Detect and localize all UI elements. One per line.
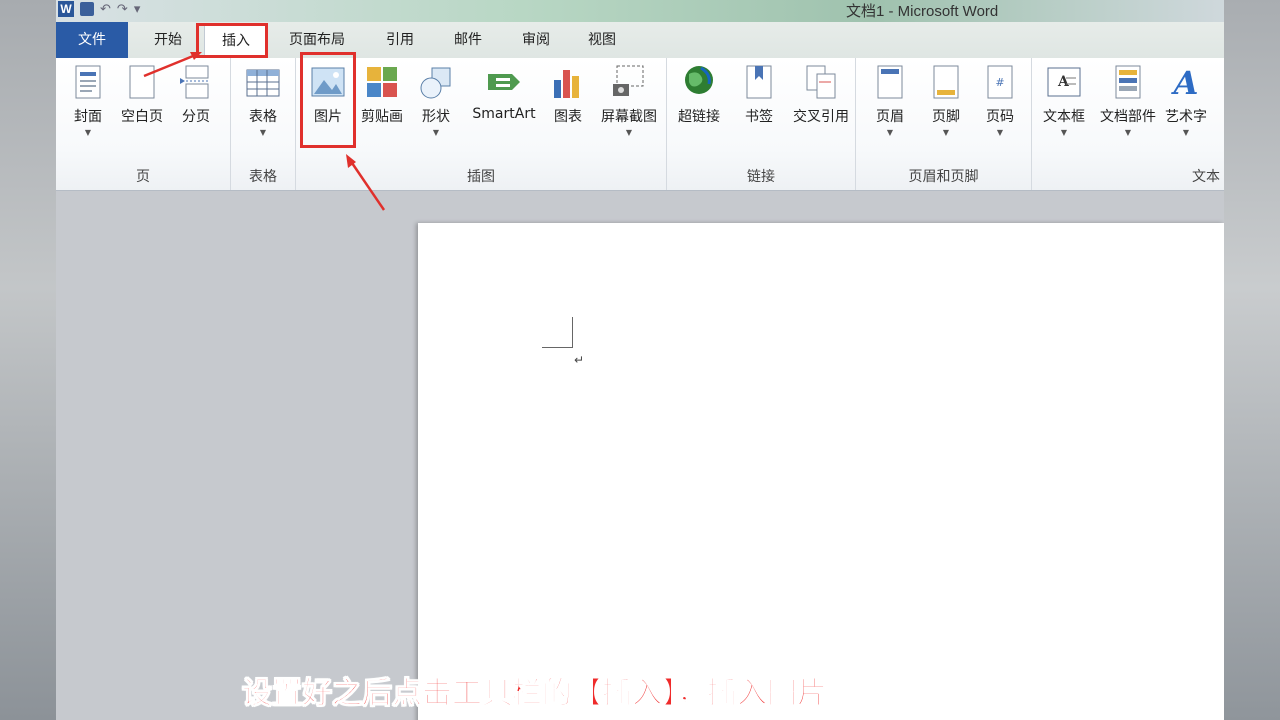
background-left bbox=[0, 0, 56, 720]
baidu-watermark: Baidu经验 bbox=[982, 609, 1174, 653]
baidu-watermark-url: jingyan.baidu.com bbox=[998, 664, 1160, 686]
background-right bbox=[1224, 0, 1280, 720]
instruction-subtitle: 设置好之后点击工具栏的【插入】，插入图片。 bbox=[242, 676, 858, 712]
